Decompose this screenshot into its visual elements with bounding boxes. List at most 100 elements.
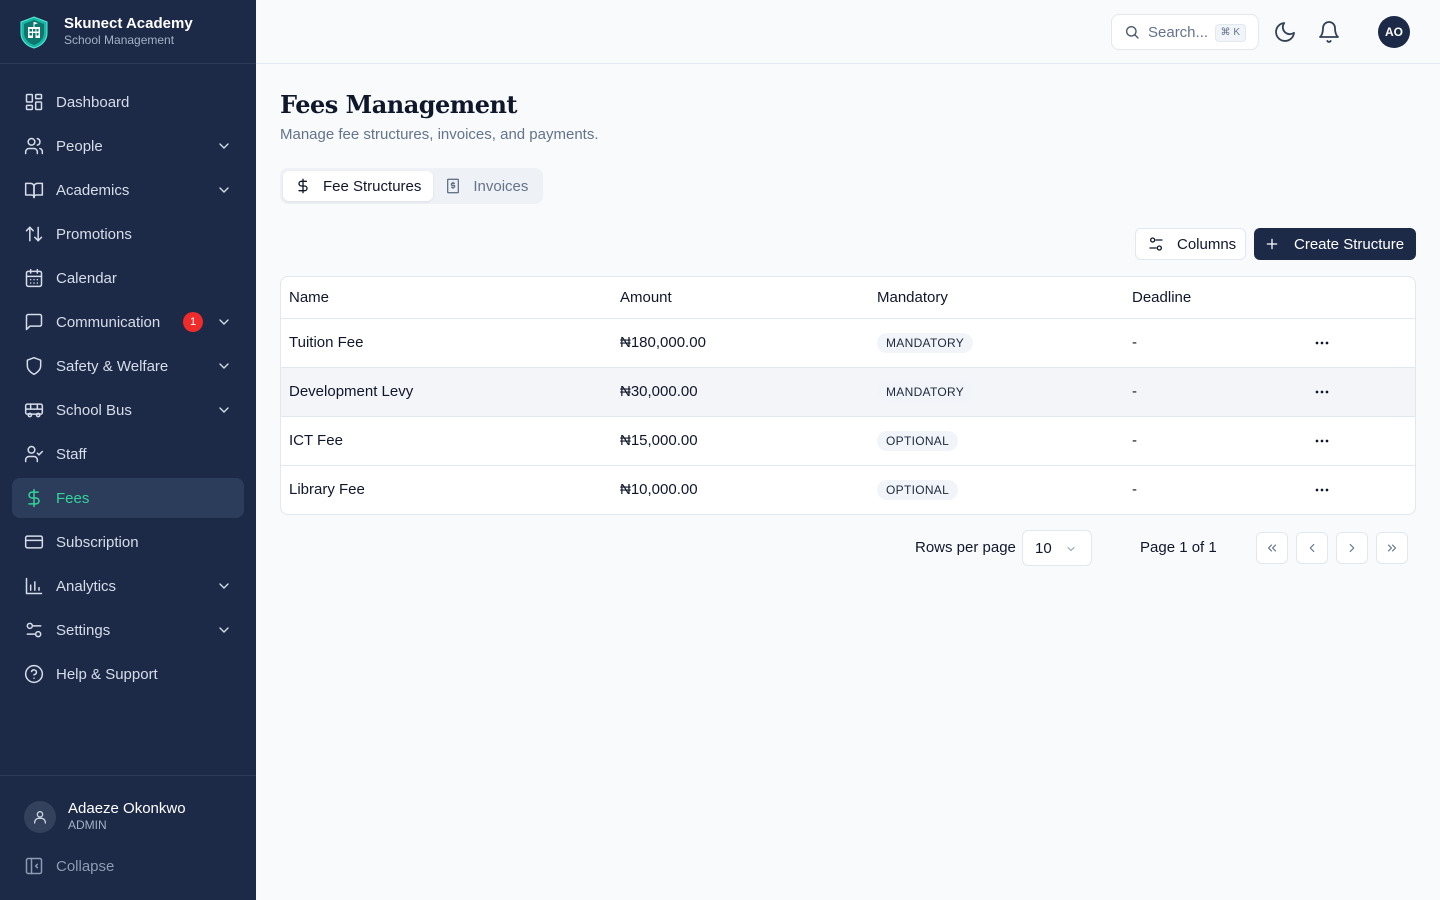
message-icon [25,313,43,331]
cell-actions [1304,465,1415,514]
sidebar-footer: Adaeze Okonkwo ADMIN Collapse [0,775,256,900]
sidebar-nav: Dashboard People Academics Promotions Ca… [0,64,256,694]
book-icon [24,182,44,199]
rows-per-page-select[interactable]: 10 [1022,530,1092,566]
moon-icon[interactable] [1273,20,1297,44]
cell-deadline: - [1124,318,1304,368]
more-horizontal-icon[interactable] [1312,382,1332,402]
chevron-down-icon [219,407,229,413]
column-header-actions [1304,277,1415,319]
chevron-down-icon [219,583,229,589]
sidebar-item-label: Dashboard [56,93,130,111]
table-row[interactable]: Library Fee ₦10,000.00 OPTIONAL - [281,465,1415,514]
cell-amount: ₦15,000.00 [612,416,869,466]
sidebar-item-label: Help & Support [56,665,158,683]
sliders-icon [1149,237,1163,251]
dollar-icon [298,178,308,194]
sidebar-item-label: School Bus [56,401,132,419]
panel-left-icon [25,857,43,875]
table-row[interactable]: Development Levy ₦30,000.00 MANDATORY - [281,367,1415,417]
tab-fee-structures[interactable]: Fee Structures [283,171,434,201]
more-horizontal-icon[interactable] [1312,480,1332,500]
plus-icon [1266,238,1278,250]
calendar-icon [25,268,43,288]
user-icon [34,810,46,824]
previous-page-button[interactable] [1296,532,1328,564]
bell-icon[interactable] [1317,20,1341,44]
sidebar-item-academics[interactable]: Academics [12,170,244,210]
sidebar-item-analytics[interactable]: Analytics [12,566,244,606]
user-profile[interactable]: Adaeze Okonkwo ADMIN [0,776,256,833]
user-name: Adaeze Okonkwo [68,800,186,817]
sidebar-item-safety-welfare[interactable]: Safety & Welfare [12,346,244,386]
column-header-amount[interactable]: Amount [612,277,869,319]
help-circle-icon [24,664,44,684]
collapse-button[interactable]: Collapse [0,833,256,876]
last-page-button[interactable] [1376,532,1408,564]
sidebar-item-label: People [56,137,103,155]
credit-card-icon [24,535,44,549]
user-check-icon [24,445,44,463]
columns-button[interactable]: Columns [1135,228,1246,260]
status-badge: MANDATORY [877,332,974,353]
status-badge: MANDATORY [877,381,974,402]
sidebar-item-subscription[interactable]: Subscription [12,522,244,562]
user-role: ADMIN [68,818,107,832]
sidebar-item-people[interactable]: People [12,126,244,166]
tab-list: Fee Structures Invoices [280,168,544,204]
chevron-down-icon [219,187,229,193]
create-structure-label: Create Structure [1294,235,1405,253]
cell-name: ICT Fee [281,416,612,466]
pagination: Rows per page 10 Page 1 of 1 [280,530,1416,566]
tab-invoices[interactable]: Invoices [433,171,540,201]
more-horizontal-icon[interactable] [1312,431,1332,451]
sidebar-item-dashboard[interactable]: Dashboard [12,82,244,122]
sidebar-item-calendar[interactable]: Calendar [12,258,244,298]
cell-mandatory: MANDATORY [869,367,1124,417]
chevron-down-icon [219,143,229,149]
search-icon [1126,26,1139,39]
people-icon [24,137,44,155]
sidebar-item-staff[interactable]: Staff [12,434,244,474]
cell-mandatory: OPTIONAL [869,416,1124,466]
sidebar-item-school-bus[interactable]: School Bus [12,390,244,430]
column-header-name[interactable]: Name [281,277,612,319]
next-page-button[interactable] [1336,532,1368,564]
sidebar-item-label: Subscription [56,533,139,551]
column-header-mandatory[interactable]: Mandatory [869,277,1124,319]
first-page-button[interactable] [1256,532,1288,564]
sidebar-item-label: Communication [56,313,161,331]
cell-actions [1304,367,1415,417]
sidebar-item-label: Settings [56,621,111,639]
column-header-deadline[interactable]: Deadline [1124,277,1304,319]
table-row[interactable]: ICT Fee ₦15,000.00 OPTIONAL - [281,416,1415,466]
brand-subtitle: School Management [64,33,175,47]
sidebar: Skunect Academy School Management Dashbo… [0,0,256,900]
brand[interactable]: Skunect Academy School Management [0,0,256,64]
sidebar-item-label: Safety & Welfare [56,357,169,375]
sidebar-item-help-support[interactable]: Help & Support [12,654,244,694]
sidebar-item-promotions[interactable]: Promotions [12,214,244,254]
search-placeholder: Search... [1148,23,1209,41]
cell-amount: ₦10,000.00 [620,481,698,499]
user-avatar-button[interactable]: AO [1378,16,1410,48]
cell-deadline: - [1132,481,1137,499]
search-input[interactable]: Search... ⌘ K [1111,14,1259,50]
cell-deadline: - [1124,367,1304,417]
cell-mandatory: OPTIONAL [869,465,1124,514]
create-structure-button[interactable]: Create Structure [1254,228,1416,260]
sidebar-item-label: Calendar [56,269,117,287]
chevron-down-icon [219,319,229,325]
avatar [24,800,56,833]
page-info: Page 1 of 1 [1140,539,1217,556]
more-horizontal-icon[interactable] [1312,333,1332,353]
cell-mandatory: MANDATORY [869,318,1124,368]
sidebar-item-communication[interactable]: Communication 1 [12,302,244,342]
cell-name: Tuition Fee [281,318,612,368]
sidebar-item-fees[interactable]: Fees [12,478,244,518]
page-subtitle: Manage fee structures, invoices, and pay… [280,126,599,143]
table-row[interactable]: Tuition Fee ₦180,000.00 MANDATORY - [281,318,1415,368]
cell-deadline: - [1124,416,1304,466]
sidebar-item-label: Promotions [56,225,132,243]
sidebar-item-settings[interactable]: Settings [12,610,244,650]
